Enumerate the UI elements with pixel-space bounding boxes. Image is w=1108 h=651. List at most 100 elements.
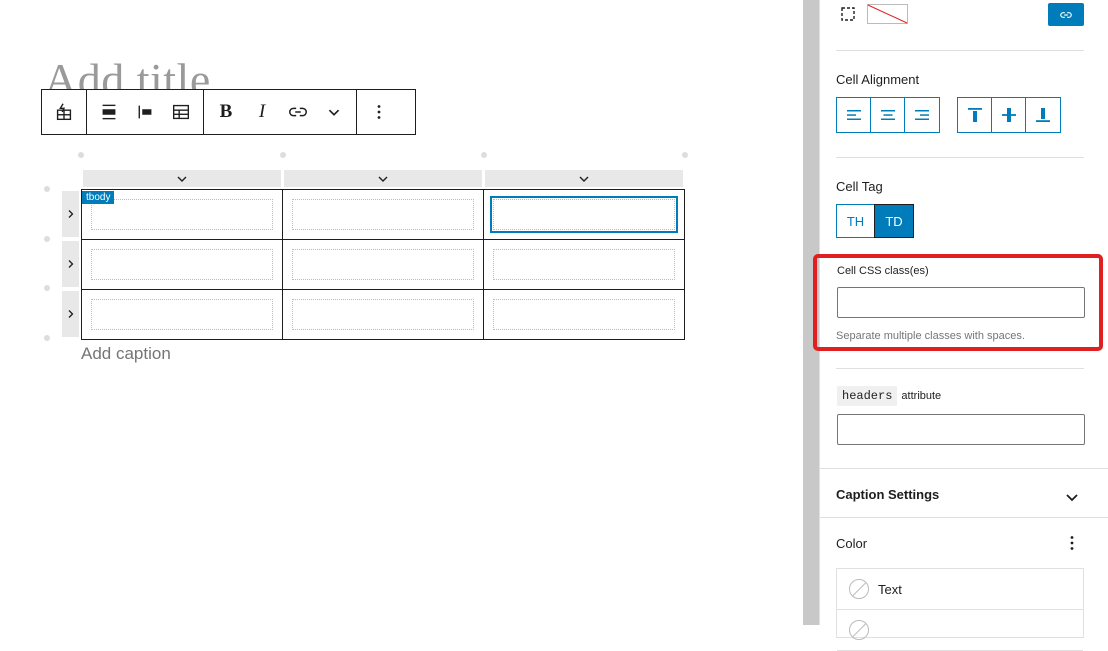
vertical-align-icon[interactable] (127, 90, 163, 134)
align-left-button[interactable] (837, 98, 871, 132)
chevron-down-icon (378, 176, 388, 182)
italic-button[interactable]: I (244, 90, 280, 134)
color-item-text[interactable]: Text (837, 569, 1083, 610)
horizontal-alignment-group (836, 97, 940, 133)
tag-th-button[interactable]: TH (836, 204, 874, 238)
link-icon (1060, 11, 1072, 18)
table-cell[interactable] (282, 239, 484, 290)
cell-tag-group: TH TD (836, 204, 914, 238)
table-cell[interactable] (81, 289, 283, 340)
align-center-button[interactable] (871, 98, 905, 132)
cell-content[interactable] (91, 299, 273, 330)
row-selector[interactable] (62, 291, 79, 337)
table-row (81, 189, 685, 240)
cell-tag-label: Cell Tag (836, 179, 883, 194)
insert-column-dot[interactable] (280, 152, 286, 158)
chevron-right-icon (68, 310, 73, 318)
align-icon[interactable] (91, 90, 127, 134)
insert-column-dot[interactable] (78, 152, 84, 158)
link-icon[interactable] (280, 90, 316, 134)
insert-row-dot[interactable] (44, 335, 50, 341)
annotation-highlight-box (813, 254, 1103, 351)
vertical-alignment-group (957, 97, 1061, 133)
insert-row-dot[interactable] (44, 285, 50, 291)
align-bottom-icon (1036, 108, 1050, 122)
chevron-down-icon[interactable] (316, 90, 352, 134)
cell-content[interactable] (493, 299, 675, 330)
divider (836, 368, 1084, 369)
table-block-icon[interactable] (46, 90, 82, 134)
chevron-right-icon (68, 260, 73, 268)
headers-attribute-label: headers attribute (837, 386, 941, 406)
edit-table-icon[interactable] (163, 90, 199, 134)
block-toolbar: B I (41, 89, 416, 135)
more-options-icon[interactable] (1063, 534, 1081, 552)
divider (819, 468, 1108, 469)
more-options-icon[interactable] (361, 90, 397, 134)
cell-content[interactable] (493, 249, 675, 280)
align-bottom-button[interactable] (1026, 98, 1060, 132)
bold-label: B (219, 101, 233, 122)
insert-row-dot[interactable] (44, 236, 50, 242)
cell-content[interactable] (490, 196, 678, 233)
align-middle-icon (1001, 108, 1016, 122)
table-row (81, 289, 685, 340)
border-style-icon[interactable] (839, 5, 857, 23)
cell-content[interactable] (292, 249, 474, 280)
cell-content[interactable] (292, 299, 474, 330)
headers-code: headers (837, 386, 898, 406)
align-middle-button[interactable] (992, 98, 1026, 132)
toolbar-group-format: B I (204, 90, 357, 134)
table-caption-placeholder[interactable]: Add caption (81, 344, 171, 364)
bold-button[interactable]: B (208, 90, 244, 134)
chevron-down-icon (579, 176, 589, 182)
table-cell[interactable] (282, 189, 484, 240)
toolbar-group-align (87, 90, 204, 134)
color-panel-title: Color (836, 536, 868, 551)
toolbar-group-block (42, 90, 87, 134)
tbody-badge: tbody (82, 191, 115, 204)
headers-attribute-text: attribute (901, 390, 942, 402)
row-selector[interactable] (62, 191, 79, 237)
empty-color-swatch-icon (849, 579, 869, 599)
link-sides-button[interactable] (1048, 3, 1084, 26)
column-selector[interactable] (83, 170, 281, 187)
chevron-down-icon (177, 176, 187, 182)
insert-column-dot[interactable] (481, 152, 487, 158)
empty-color-swatch-icon (849, 620, 869, 640)
caption-settings-title[interactable]: Caption Settings (836, 487, 939, 502)
table-cell-selected[interactable] (483, 189, 685, 240)
row-selector[interactable] (62, 241, 79, 287)
table-cell[interactable] (282, 289, 484, 340)
italic-label: I (258, 101, 266, 122)
border-color-swatch[interactable] (867, 4, 908, 24)
align-right-icon (915, 110, 929, 120)
align-top-icon (967, 108, 982, 122)
divider (836, 50, 1084, 51)
table-cell[interactable] (483, 289, 685, 340)
align-top-button[interactable] (958, 98, 992, 132)
align-center-icon (880, 110, 895, 120)
align-left-icon (846, 110, 861, 120)
toolbar-group-options (357, 90, 401, 134)
insert-column-dot[interactable] (682, 152, 688, 158)
table-cell[interactable] (81, 239, 283, 290)
color-item-partial[interactable] (837, 610, 1083, 651)
table-cell[interactable] (483, 239, 685, 290)
cell-alignment-label: Cell Alignment (836, 72, 920, 87)
cell-content[interactable] (292, 199, 474, 230)
table-block (81, 189, 685, 340)
post-title-placeholder[interactable]: Add title (44, 52, 211, 90)
cell-content[interactable] (91, 249, 273, 280)
tag-td-button[interactable]: TD (874, 204, 914, 238)
align-right-button[interactable] (905, 98, 939, 132)
headers-attribute-input[interactable] (837, 414, 1085, 445)
column-selector[interactable] (284, 170, 482, 187)
cell-content[interactable] (91, 199, 273, 230)
column-selector[interactable] (485, 170, 683, 187)
chevron-down-icon[interactable] (1063, 488, 1081, 506)
chevron-right-icon (68, 210, 73, 218)
color-options-list: Text (836, 568, 1084, 651)
insert-row-dot[interactable] (44, 186, 50, 192)
color-item-label: Text (878, 581, 902, 597)
